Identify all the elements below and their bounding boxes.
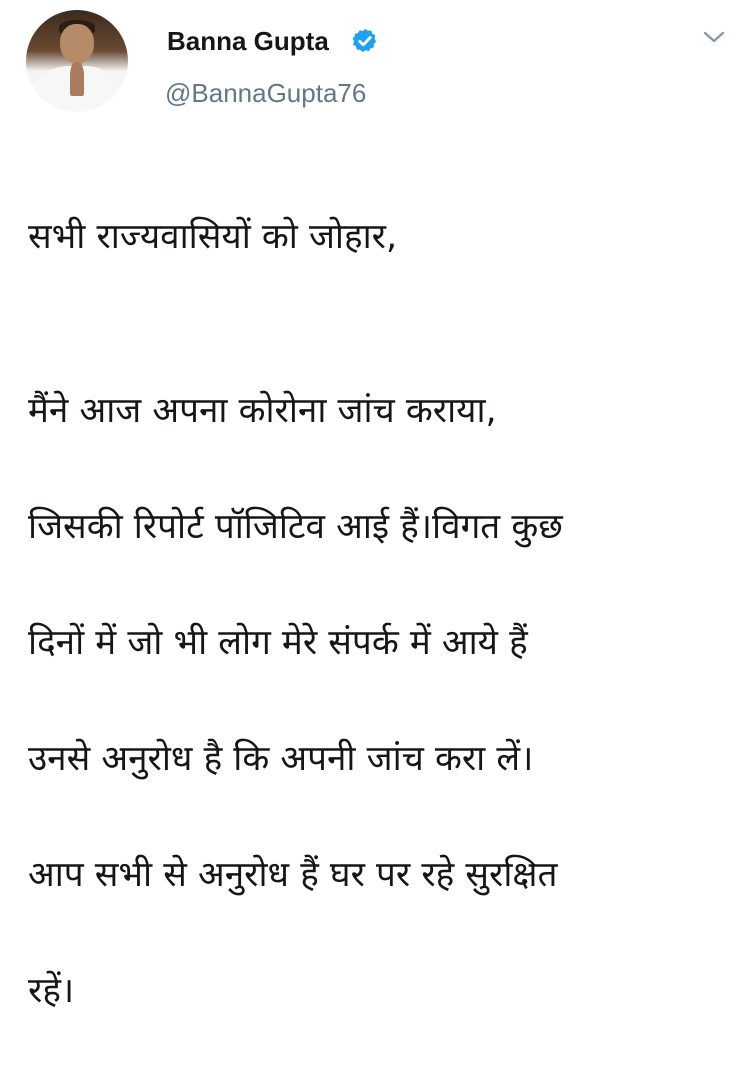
verified-badge-icon [352,28,377,52]
tweet-text: सभी राज्यवासियों को जोहार, मैंने आज अपना… [28,150,728,1078]
tweet-card: Banna Gupta @BannaGupta76 सभी राज्यवासिय… [0,0,750,1011]
author-name[interactable]: Banna Gupta [167,26,329,57]
tweet-line-5: आप सभी से अनुरोध हैं घर पर रहे सुरक्षित [28,855,558,895]
tweet-line-1: मैंने आज अपना कोरोना जांच कराया, [28,391,497,431]
tweet-line-3: दिनों में जो भी लोग मेरे संपर्क में आये … [28,623,528,663]
tweet-line-greeting: सभी राज्यवासियों को जोहार, [28,217,398,257]
author-avatar[interactable] [26,10,128,112]
tweet-line-6: रहें। [28,971,75,1011]
tweet-line-2: जिसकी रिपोर्ट पॉजिटिव आई हैं।विगत कुछ [28,507,563,547]
avatar-face [60,24,94,64]
avatar-hands [70,62,84,96]
chevron-down-icon[interactable] [701,28,727,46]
tweet-line-4: उनसे अनुरोध है कि अपनी जांच करा लें। [28,739,534,779]
author-handle[interactable]: @BannaGupta76 [165,78,366,109]
